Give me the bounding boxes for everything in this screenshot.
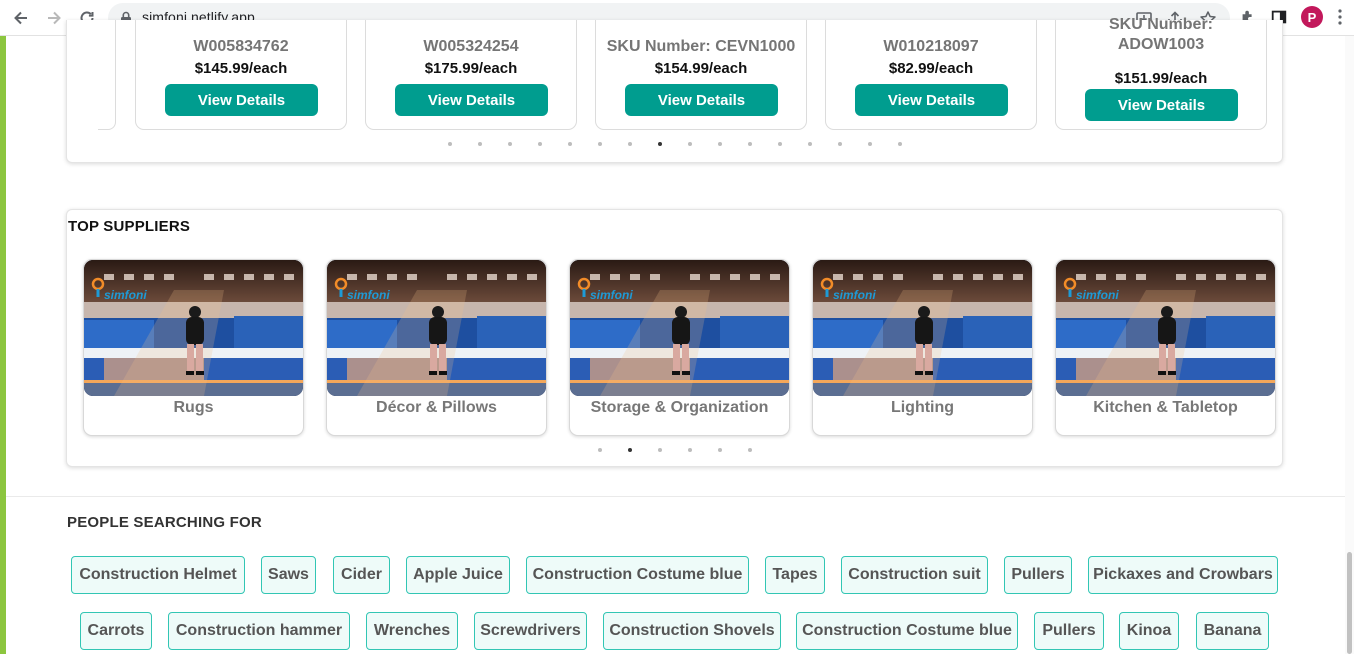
search-tag[interactable]: Banana bbox=[1196, 612, 1269, 650]
pagination-dot[interactable] bbox=[688, 142, 692, 146]
search-tag[interactable]: Pickaxes and Crowbars bbox=[1088, 556, 1278, 594]
search-tag[interactable]: Construction suit bbox=[841, 556, 988, 594]
supplier-image: simfoni bbox=[1056, 260, 1275, 396]
product-card: W010218097 $82.99/each View Details bbox=[825, 20, 1037, 130]
pagination-dot[interactable] bbox=[598, 448, 602, 452]
pagination-dot[interactable] bbox=[628, 142, 632, 146]
supplier-card[interactable]: simfoni Décor & Pillows bbox=[326, 259, 547, 436]
product-card-partial bbox=[98, 20, 116, 130]
kebab-menu-icon[interactable] bbox=[1334, 7, 1346, 27]
top-suppliers-title: TOP SUPPLIERS bbox=[68, 218, 191, 235]
search-tag[interactable]: Construction Shovels bbox=[603, 612, 781, 650]
product-card: W005324254 $175.99/each View Details bbox=[365, 20, 577, 130]
supplier-label: Rugs bbox=[173, 399, 214, 416]
pagination-dot[interactable] bbox=[688, 448, 692, 452]
pagination-dot[interactable] bbox=[868, 142, 872, 146]
view-details-button[interactable]: View Details bbox=[625, 84, 778, 116]
simfoni-logo: simfoni bbox=[1076, 288, 1119, 302]
people-searching-title: PEOPLE SEARCHING FOR bbox=[67, 514, 262, 531]
pagination-dot[interactable] bbox=[478, 142, 482, 146]
supplier-card[interactable]: simfoni Storage & Organization bbox=[569, 259, 790, 436]
product-sku: W005834762 bbox=[193, 38, 289, 55]
supplier-label: Décor & Pillows bbox=[376, 399, 497, 416]
product-price: $145.99/each bbox=[194, 60, 288, 77]
view-details-button[interactable]: View Details bbox=[855, 84, 1008, 116]
pagination-dot[interactable] bbox=[658, 142, 662, 146]
product-price: $175.99/each bbox=[424, 60, 518, 77]
product-card: SKU Number: CEVN1000 $154.99/each View Det… bbox=[595, 20, 807, 130]
pagination-dot[interactable] bbox=[718, 142, 722, 146]
product-card: SKU Number: ADOW1003 $151.99/each View Deta… bbox=[1055, 16, 1267, 130]
pagination-dot[interactable] bbox=[598, 142, 602, 146]
search-tag[interactable]: Wrenches bbox=[366, 612, 458, 650]
suppliers-pagination bbox=[598, 448, 778, 452]
search-tag[interactable]: Pullers bbox=[1004, 556, 1072, 594]
search-tag[interactable]: Pullers bbox=[1034, 612, 1104, 650]
pagination-dot[interactable] bbox=[748, 142, 752, 146]
search-tag[interactable]: Construction Costume blue bbox=[796, 612, 1018, 650]
profile-avatar[interactable]: P bbox=[1301, 6, 1323, 28]
pagination-dot[interactable] bbox=[748, 448, 752, 452]
product-card: W005834762 $145.99/each View Details bbox=[135, 20, 347, 130]
forward-icon[interactable] bbox=[42, 6, 66, 30]
supplier-label: Lighting bbox=[890, 399, 955, 416]
products-pagination bbox=[448, 142, 928, 146]
supplier-card[interactable]: simfoni Lighting bbox=[812, 259, 1033, 436]
pagination-dot[interactable] bbox=[628, 448, 632, 452]
supplier-image: simfoni bbox=[327, 260, 546, 396]
pagination-dot[interactable] bbox=[808, 142, 812, 146]
simfoni-logo: simfoni bbox=[347, 288, 390, 302]
left-accent-bar bbox=[0, 36, 6, 654]
search-tag[interactable]: Cider bbox=[333, 556, 390, 594]
product-sku: W005324254 bbox=[423, 38, 519, 55]
product-sku: SKU Number: bbox=[1108, 16, 1213, 33]
view-details-button[interactable]: View Details bbox=[165, 84, 318, 116]
product-price: $151.99/each bbox=[1114, 70, 1208, 87]
pagination-dot[interactable] bbox=[538, 142, 542, 146]
view-details-button[interactable]: View Details bbox=[395, 84, 548, 116]
product-price: $82.99/each bbox=[888, 60, 974, 77]
pagination-dot[interactable] bbox=[838, 142, 842, 146]
supplier-card[interactable]: simfoni Rugs bbox=[83, 259, 304, 436]
product-sku: SKU Number: CEVN1000 bbox=[606, 38, 796, 55]
simfoni-logo: simfoni bbox=[104, 288, 147, 302]
back-icon[interactable] bbox=[9, 6, 33, 30]
supplier-card[interactable]: simfoni Kitchen & Tabletop bbox=[1055, 259, 1276, 436]
view-details-button[interactable]: View Details bbox=[1085, 89, 1238, 121]
simfoni-logo: simfoni bbox=[590, 288, 633, 302]
supplier-image: simfoni bbox=[84, 260, 303, 396]
supplier-label: Storage & Organization bbox=[590, 399, 769, 416]
search-tag[interactable]: Tapes bbox=[765, 556, 825, 594]
search-tag[interactable]: Screwdrivers bbox=[474, 612, 587, 650]
search-tag[interactable]: Carrots bbox=[80, 612, 152, 650]
pagination-dot[interactable] bbox=[568, 142, 572, 146]
supplier-image: simfoni bbox=[570, 260, 789, 396]
pagination-dot[interactable] bbox=[508, 142, 512, 146]
pagination-dot[interactable] bbox=[898, 142, 902, 146]
product-sku: ADOW1003 bbox=[1117, 36, 1205, 53]
search-tag[interactable]: Kinoa bbox=[1119, 612, 1179, 650]
search-tag[interactable]: Construction Helmet bbox=[71, 556, 245, 594]
supplier-label: Kitchen & Tabletop bbox=[1093, 399, 1238, 416]
pagination-dot[interactable] bbox=[778, 142, 782, 146]
section-divider bbox=[6, 496, 1354, 497]
search-tag[interactable]: Construction Costume blue bbox=[526, 556, 749, 594]
search-tag[interactable]: Saws bbox=[261, 556, 316, 594]
scrollbar-thumb[interactable] bbox=[1347, 552, 1352, 654]
pagination-dot[interactable] bbox=[658, 448, 662, 452]
pagination-dot[interactable] bbox=[448, 142, 452, 146]
simfoni-logo: simfoni bbox=[833, 288, 876, 302]
product-price: $154.99/each bbox=[654, 60, 748, 77]
supplier-image: simfoni bbox=[813, 260, 1032, 396]
search-tag[interactable]: Apple Juice bbox=[406, 556, 510, 594]
pagination-dot[interactable] bbox=[718, 448, 722, 452]
product-sku: W010218097 bbox=[883, 38, 979, 55]
search-tag[interactable]: Construction hammer bbox=[168, 612, 350, 650]
